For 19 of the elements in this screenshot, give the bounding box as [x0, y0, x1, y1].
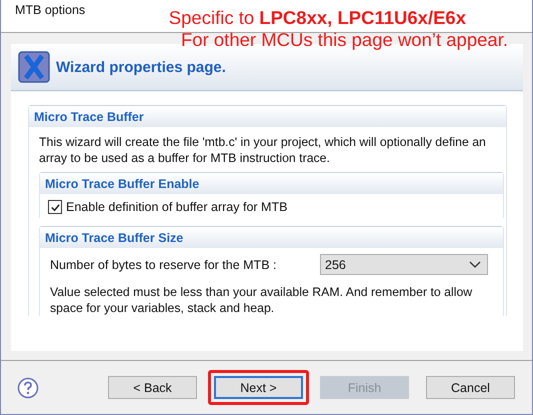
field-label: Number of bytes to reserve for the MTB :	[50, 258, 278, 272]
wizard-icon	[18, 51, 50, 83]
help-icon[interactable]	[17, 376, 39, 398]
dialog-button[interactable]: Next >	[214, 376, 303, 399]
checkbox-label: Enable definition of buffer array for MTB	[66, 200, 288, 214]
group-title: Micro Trace Buffer Enable	[45, 176, 200, 190]
annotation-text: Specific to LPC8xx, LPC11U6x/E6x	[168, 7, 466, 29]
description-text: This wizard will create the file 'mtb.c' in your project, which will optionally define an array to be used as a buffer for MTB instruction trace.	[39, 134, 487, 166]
bytes-dropdown[interactable]: 256	[320, 254, 488, 275]
section-title: Micro Trace Buffer	[34, 110, 144, 124]
page-title: Wizard properties page.	[56, 58, 226, 76]
chevron-down-icon	[469, 260, 481, 268]
dialog-button[interactable]: Cancel	[426, 376, 515, 399]
note-text: Value selected must be less than your available RAM. And remember to allow space for your variables, stack and heap.	[50, 284, 474, 316]
group-title: Micro Trace Buffer Size	[45, 230, 184, 244]
window-title: MTB options	[15, 3, 86, 17]
annotation-text: For other MCUs this page won’t appear.	[181, 29, 508, 51]
dialog-button[interactable]: < Back	[108, 376, 197, 399]
checkbox[interactable]	[48, 200, 62, 214]
